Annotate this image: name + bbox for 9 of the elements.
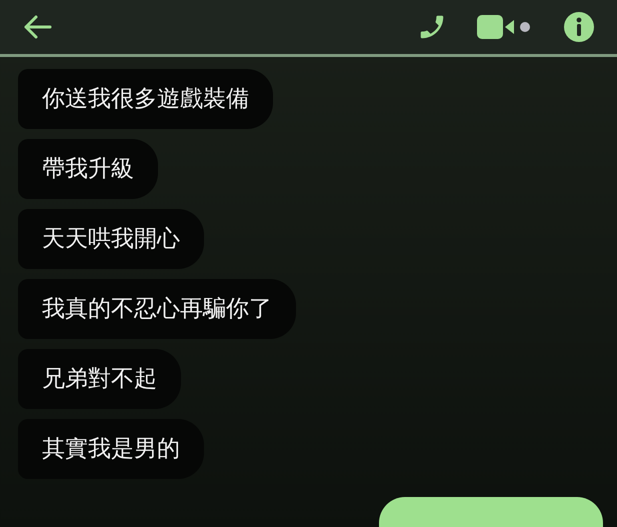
back-arrow-icon[interactable] [22,14,52,40]
message-bubble: 我真的不忍心再騙你了 [18,279,296,339]
message-bubble: 帶我升級 [18,139,158,199]
message-bubble: 兄弟對不起 [18,349,181,409]
message-bubble: 天天哄我開心 [18,209,204,269]
video-camera-icon[interactable] [477,14,533,40]
info-icon[interactable] [563,11,595,43]
message-bubble: 你送我很多遊戲裝備 [18,69,273,129]
message-bubble: 其實我是男的 [18,419,204,479]
